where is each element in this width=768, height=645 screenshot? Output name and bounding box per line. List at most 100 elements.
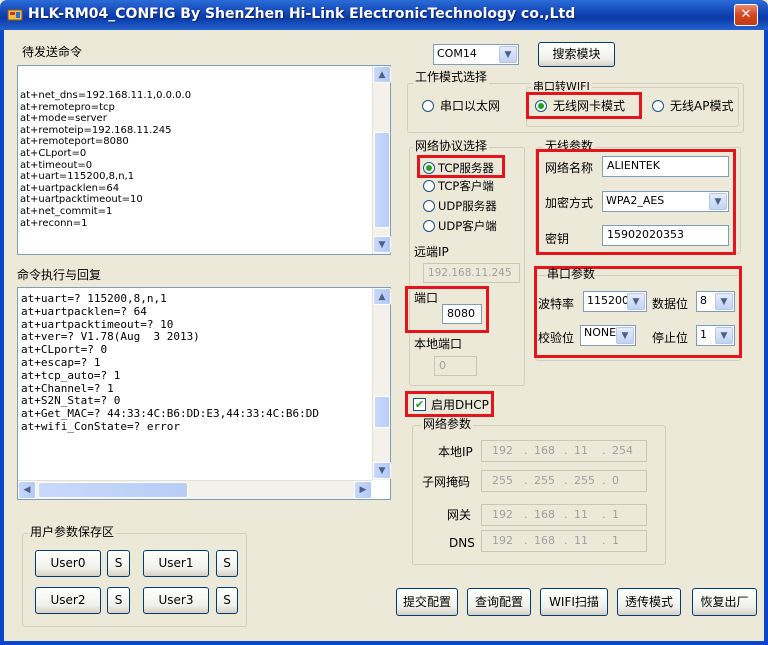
chevron-down-icon[interactable]: ▼ xyxy=(627,293,645,310)
scroll-up-icon[interactable]: ▲ xyxy=(373,66,391,83)
chevron-down-icon[interactable]: ▼ xyxy=(616,327,634,344)
query-config-button[interactable]: 查询配置 xyxy=(467,588,531,616)
reply-line: at+wifi_ConState=? error xyxy=(21,419,180,433)
user-params-title: 用户参数保存区 xyxy=(28,525,117,539)
ethernet-mode-radio[interactable] xyxy=(422,100,434,112)
reply-line: at+uart=? 115200,8,n,1 xyxy=(21,292,167,305)
user3-save-button[interactable]: S xyxy=(216,587,238,614)
gateway-label: 网关 xyxy=(447,508,472,522)
udp-client-radio[interactable] xyxy=(423,220,435,232)
close-button[interactable]: ✕ xyxy=(734,4,758,26)
user1-button[interactable]: User1 xyxy=(143,550,209,577)
local-port-field[interactable]: 0 xyxy=(434,356,477,376)
ssid-field[interactable]: ALIENTEK xyxy=(602,156,729,177)
encryption-select[interactable]: WPA2_AES ▼ xyxy=(602,191,729,212)
udp-server-radio[interactable] xyxy=(423,200,435,212)
scroll-thumb[interactable] xyxy=(374,396,390,428)
ip-dot-separator: . xyxy=(524,474,528,487)
wifi-scan-button[interactable]: WIFI扫描 xyxy=(540,588,608,616)
reply-line: at+uartpacklen=? 64 xyxy=(21,304,147,318)
window-frame-right xyxy=(764,30,768,645)
reply-horizontal-scrollbar[interactable]: ◀ ▶ xyxy=(18,480,372,499)
gateway-field-octet: 1 xyxy=(612,508,619,521)
tcp-client-radio[interactable] xyxy=(423,180,435,192)
transparent-mode-button[interactable]: 透传模式 xyxy=(617,588,681,616)
window-frame-bottom xyxy=(0,641,768,645)
chevron-down-icon[interactable]: ▼ xyxy=(499,46,517,63)
mask-label: 子网掩码 xyxy=(422,475,471,489)
dns-field[interactable]: 192. 168. 11. 1 xyxy=(481,530,647,552)
chevron-down-icon[interactable]: ▼ xyxy=(715,293,733,310)
send-command-line: at+remotepro=tcp xyxy=(20,101,115,113)
gateway-field[interactable]: 192. 168. 11. 1 xyxy=(481,504,647,526)
user2-save-button[interactable]: S xyxy=(107,587,130,614)
dhcp-label: 启用DHCP xyxy=(431,398,489,412)
scroll-up-icon[interactable]: ▲ xyxy=(373,288,391,305)
baud-select[interactable]: 115200 ▼ xyxy=(583,291,647,312)
ip-field-octet: 168 xyxy=(534,444,555,457)
network-title: 网络参数 xyxy=(421,417,474,431)
remote-ip-label: 远端IP xyxy=(414,245,449,259)
search-module-button[interactable]: 搜索模块 xyxy=(538,42,615,67)
dhcp-checkbox[interactable]: ✔ xyxy=(413,398,426,411)
dns-field-octet: 11 xyxy=(574,534,588,547)
window-frame-left xyxy=(0,30,4,645)
chevron-down-icon[interactable]: ▼ xyxy=(715,327,733,344)
user2-button[interactable]: User2 xyxy=(35,587,101,614)
user0-button[interactable]: User0 xyxy=(35,550,101,577)
send-commands-textarea[interactable]: at+net_dns=192.168.11.1,0.0.0.0 at+remote… xyxy=(17,65,391,255)
reply-vertical-scrollbar[interactable]: ▲ ▼ xyxy=(372,288,391,480)
send-command-line: at+CLport=0 xyxy=(20,147,87,159)
send-command-line: at+uartpacklen=64 xyxy=(20,182,120,194)
restore-factory-button[interactable]: 恢复出厂 xyxy=(692,588,757,616)
ip-field-octet: 192 xyxy=(492,444,513,457)
databits-select[interactable]: 8 ▼ xyxy=(696,291,735,312)
scroll-left-icon[interactable]: ◀ xyxy=(18,481,36,499)
mask-field-octet: 255 xyxy=(534,474,555,487)
mask-field[interactable]: 255. 255. 255. 0 xyxy=(481,470,647,492)
tcp-client-label: TCP客户端 xyxy=(438,179,494,193)
ip-dot-separator: . xyxy=(602,444,606,457)
reply-textarea[interactable]: at+uart=? 115200,8,n,1 at+uartpacklen=? 6… xyxy=(17,287,391,500)
scroll-down-icon[interactable]: ▼ xyxy=(373,236,391,253)
parity-select[interactable]: NONE ▼ xyxy=(580,325,636,346)
ip-label: 本地IP xyxy=(438,445,473,459)
encryption-label: 加密方式 xyxy=(545,196,594,210)
baud-label: 波特率 xyxy=(538,297,575,311)
stopbits-value: 1 xyxy=(700,328,707,341)
stopbits-select[interactable]: 1 ▼ xyxy=(696,325,735,346)
scroll-down-icon[interactable]: ▼ xyxy=(373,462,391,479)
com-port-select[interactable]: COM14 ▼ xyxy=(433,44,519,65)
user1-save-button[interactable]: S xyxy=(216,550,238,577)
chevron-down-icon[interactable]: ▼ xyxy=(709,193,727,210)
send-command-line: at+timeout=0 xyxy=(20,159,93,171)
send-command-line: at+net_dns=192.168.11.1,0.0.0.0 xyxy=(20,90,192,101)
submit-config-button[interactable]: 提交配置 xyxy=(396,588,458,616)
user3-button[interactable]: User3 xyxy=(143,587,209,614)
gateway-field-octet: 192 xyxy=(492,508,513,521)
send-command-line: at+uartpacktimeout=10 xyxy=(20,194,143,206)
protocol-title: 网络协议选择 xyxy=(413,139,490,153)
ip-dot-separator: . xyxy=(564,474,568,487)
send-command-line: at+net_commit=1 xyxy=(20,205,113,217)
scroll-thumb[interactable] xyxy=(374,132,390,228)
parity-label: 校验位 xyxy=(538,331,575,345)
parity-value: NONE xyxy=(584,326,617,339)
port-field[interactable]: 8080 xyxy=(442,304,482,324)
send-command-line: at+remoteip=192.168.11.245 xyxy=(20,124,172,136)
wifi-ap-mode-radio[interactable] xyxy=(652,100,664,112)
tcp-server-radio[interactable] xyxy=(423,162,435,174)
ip-dot-separator: . xyxy=(564,508,568,521)
reply-line: at+escap=? 1 xyxy=(21,355,101,369)
wifi-nic-mode-radio[interactable] xyxy=(535,100,547,112)
key-field[interactable]: 15902020353 xyxy=(602,225,729,246)
ip-dot-separator: . xyxy=(602,508,606,521)
user0-save-button[interactable]: S xyxy=(107,550,130,577)
send-commands-scrollbar[interactable]: ▲ ▼ xyxy=(372,66,391,254)
ip-field[interactable]: 192. 168. 11. 254 xyxy=(481,440,647,462)
scroll-right-icon[interactable]: ▶ xyxy=(354,481,372,499)
ip-field-octet: 254 xyxy=(612,444,633,457)
scroll-thumb[interactable] xyxy=(38,482,188,498)
ip-dot-separator: . xyxy=(524,444,528,457)
remote-ip-field[interactable]: 192.168.11.245 xyxy=(423,263,520,283)
